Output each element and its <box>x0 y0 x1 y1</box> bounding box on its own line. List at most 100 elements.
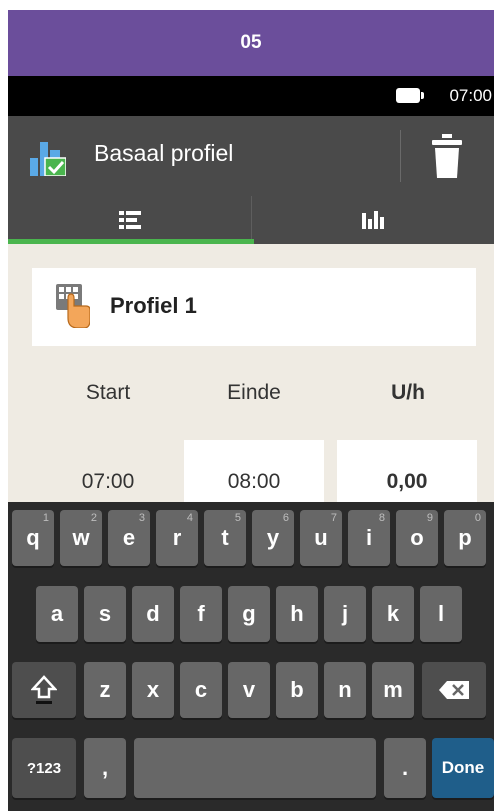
bar-chart-icon <box>362 211 384 229</box>
key-f[interactable]: f <box>180 586 222 642</box>
key-b[interactable]: b <box>276 662 318 718</box>
key-hint: 5 <box>234 512 241 524</box>
key-label: i <box>365 525 373 550</box>
tab-chart-view[interactable] <box>251 196 494 244</box>
key-comma[interactable]: , <box>84 738 126 798</box>
content-area: Profiel 1 Start Einde U/h 07:00 08:00 0,… <box>8 244 494 502</box>
shift-key[interactable] <box>12 662 76 718</box>
key-s[interactable]: s <box>84 586 126 642</box>
key-hint: 4 <box>186 512 193 524</box>
key-d[interactable]: d <box>132 586 174 642</box>
key-label: Done <box>441 758 485 777</box>
space-key[interactable] <box>134 738 376 798</box>
title-bar: Basaal profiel <box>8 116 494 196</box>
column-header-end: Einde <box>227 381 281 404</box>
key-hint: 1 <box>42 512 49 524</box>
key-label: s <box>98 601 112 626</box>
row-end-time-field[interactable]: 08:00 <box>184 440 324 502</box>
key-label: j <box>341 601 349 626</box>
key-label: , <box>101 755 109 780</box>
key-r[interactable]: 4r <box>156 510 198 566</box>
key-label: f <box>197 601 205 626</box>
key-label: . <box>401 755 409 780</box>
key-label: d <box>146 601 160 626</box>
key-j[interactable]: j <box>324 586 366 642</box>
key-label: m <box>383 677 403 702</box>
column-header-start: Start <box>85 381 131 404</box>
key-v[interactable]: v <box>228 662 270 718</box>
status-bar: 07:00 <box>8 76 494 116</box>
key-hint: 2 <box>90 512 97 524</box>
key-y[interactable]: 6y <box>252 510 294 566</box>
key-z[interactable]: z <box>84 662 126 718</box>
key-p[interactable]: 0p <box>444 510 486 566</box>
key-label: z <box>99 677 111 702</box>
key-g[interactable]: g <box>228 586 270 642</box>
page-title: Basaal profiel <box>94 140 234 166</box>
key-label: x <box>146 677 160 702</box>
key-hint: 3 <box>138 512 145 524</box>
backspace-icon <box>439 681 469 699</box>
key-label: w <box>72 525 90 550</box>
key-t[interactable]: 5t <box>204 510 246 566</box>
key-w[interactable]: 2w <box>60 510 102 566</box>
tab-bar <box>8 196 494 244</box>
symbols-key[interactable]: ?123 <box>12 738 76 798</box>
key-e[interactable]: 3e <box>108 510 150 566</box>
key-hint: 0 <box>474 512 481 524</box>
key-label: u <box>314 525 328 550</box>
key-label: c <box>194 677 208 702</box>
profile-selector[interactable]: Profiel 1 <box>32 268 476 346</box>
key-label: h <box>290 601 304 626</box>
key-n[interactable]: n <box>324 662 366 718</box>
column-header-rate: U/h <box>391 381 425 404</box>
key-label: o <box>410 525 424 550</box>
key-h[interactable]: h <box>276 586 318 642</box>
key-label: e <box>122 525 136 550</box>
step-banner: 05 <box>8 10 494 76</box>
done-button[interactable]: Done <box>432 738 494 798</box>
row-rate-field[interactable]: 0,00 <box>337 440 477 502</box>
key-label: r <box>172 525 182 550</box>
key-label: l <box>437 601 445 626</box>
key-period[interactable]: . <box>384 738 426 798</box>
key-l[interactable]: l <box>420 586 462 642</box>
key-label: k <box>386 601 400 626</box>
key-label: b <box>290 677 304 702</box>
key-label: y <box>266 525 280 550</box>
key-label: g <box>242 601 256 626</box>
tab-list-view[interactable] <box>8 196 251 244</box>
backspace-key[interactable] <box>422 662 486 718</box>
key-hint: 8 <box>378 512 385 524</box>
key-label: a <box>50 601 64 626</box>
row-start-time: 07:00 <box>81 470 135 493</box>
hand-keypad-icon <box>56 284 90 328</box>
basal-profile-check-icon <box>30 142 66 176</box>
key-a[interactable]: a <box>36 586 78 642</box>
key-hint: 9 <box>426 512 433 524</box>
key-u[interactable]: 7u <box>300 510 342 566</box>
key-hint: 7 <box>330 512 337 524</box>
profile-name: Profiel 1 <box>110 293 197 318</box>
key-c[interactable]: c <box>180 662 222 718</box>
key-label: ?123 <box>26 759 62 777</box>
key-q[interactable]: 1q <box>12 510 54 566</box>
key-o[interactable]: 9o <box>396 510 438 566</box>
key-label: n <box>338 677 352 702</box>
list-icon <box>118 211 141 229</box>
battery-icon <box>396 88 424 103</box>
key-x[interactable]: x <box>132 662 174 718</box>
key-label: v <box>242 677 256 702</box>
trash-icon[interactable] <box>432 134 462 178</box>
key-label: q <box>26 525 40 550</box>
status-time: 07:00 <box>449 86 492 105</box>
shift-icon <box>31 675 57 704</box>
key-i[interactable]: 8i <box>348 510 390 566</box>
key-m[interactable]: m <box>372 662 414 718</box>
screen: 05 07:00 Basaal profiel Profiel 1 Start … <box>0 0 494 811</box>
keyboard: 1q 2w 3e 4r 5t 6y 7u 8i 9o 0p a s d f g … <box>8 502 494 811</box>
key-label: p <box>458 525 472 550</box>
key-k[interactable]: k <box>372 586 414 642</box>
key-hint: 6 <box>282 512 289 524</box>
title-divider <box>400 130 401 182</box>
